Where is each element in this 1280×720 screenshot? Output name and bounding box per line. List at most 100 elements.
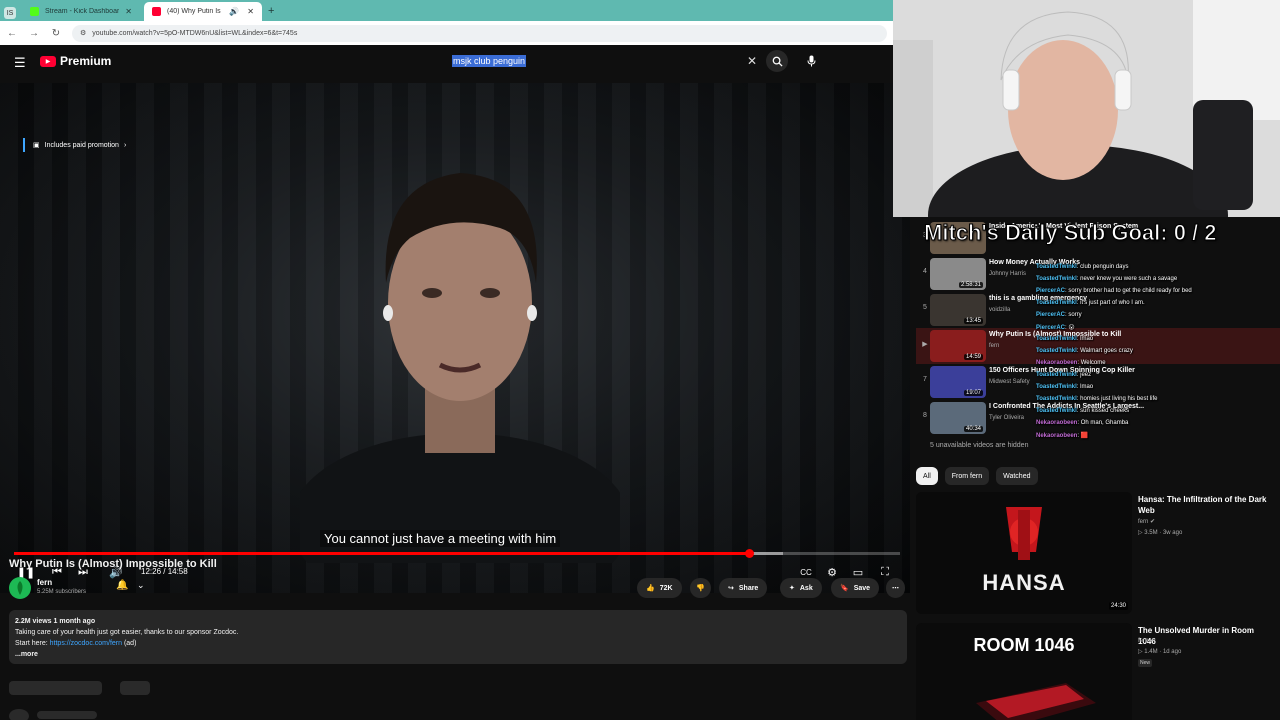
playlist-index: 4 xyxy=(923,268,927,275)
chevron-down-icon[interactable]: ⌄ xyxy=(137,580,145,591)
loading-placeholder xyxy=(9,681,102,695)
youtube-favicon-icon xyxy=(152,7,161,16)
playlist-item[interactable]: 5 13:45 this is a gambling emergency voidzi… xyxy=(916,292,1280,328)
ask-button[interactable]: ✦ Ask xyxy=(780,578,822,598)
progress-buffer xyxy=(749,552,784,555)
sponsor-link[interactable]: https://zocdoc.com/fern xyxy=(50,640,122,647)
playlist-index: 5 xyxy=(923,304,927,311)
close-tab-icon[interactable]: ✕ xyxy=(125,7,132,16)
kick-favicon-icon xyxy=(30,7,39,16)
browser-tab-youtube[interactable]: (40) Why Putin Is (Almost) 🔊 ✕ xyxy=(144,2,262,21)
search-icon xyxy=(772,56,783,67)
save-button[interactable]: 🔖 Save xyxy=(831,578,880,598)
verified-icon: ✔ xyxy=(1150,519,1156,525)
fern-leaf-icon xyxy=(17,581,23,595)
chat-message: ToastedTwinkl: club penguin days xyxy=(1036,264,1128,270)
progress-bar[interactable] xyxy=(14,549,900,558)
dislike-button[interactable]: 👎 xyxy=(690,578,711,598)
playlist-channel[interactable]: fern xyxy=(989,343,999,349)
duration-badge: 19:07 xyxy=(963,390,983,396)
search-input[interactable]: msjk club penguin xyxy=(452,55,527,67)
duration-badge: 2:58:31 xyxy=(958,282,983,288)
youtube-play-icon: ▶ xyxy=(40,55,56,67)
chat-text: : 🟥 xyxy=(1077,433,1089,439)
browser-navbar: ← → ↻ ⚙ youtube.com/watch?v=5pO-MTDW6nU&… xyxy=(0,21,893,45)
recommendation-meta: ▷ 1.4M · 1d ago xyxy=(1138,649,1182,655)
bell-icon[interactable]: 🔔 xyxy=(116,580,128,591)
browser-tab-bar: IS Stream - Kick Dashboard ✕ (40) Why Pu… xyxy=(0,0,893,21)
recommendation-item[interactable]: ROOM 1046 The Unsolved Murder in Room 10… xyxy=(916,623,1276,720)
chat-message: ToastedTwinkl: lmao xyxy=(1036,336,1093,342)
duration-badge: 24:30 xyxy=(1108,602,1128,610)
chat-username: ToastedTwinkl xyxy=(1036,348,1077,354)
recommendation-thumbnail[interactable]: HANSA 24:30 xyxy=(916,492,1132,614)
chip-watched[interactable]: Watched xyxy=(996,467,1038,485)
playlist-item[interactable]: 8 40:34 I Confronted The Addicts In Seattl… xyxy=(916,400,1280,436)
screen: IS Stream - Kick Dashboard ✕ (40) Why Pu… xyxy=(0,0,1280,720)
back-arrow-icon[interactable]: ← xyxy=(6,28,18,39)
thumbnail-text: HANSA xyxy=(982,570,1066,595)
verified-icon: ✔ xyxy=(1150,638,1156,644)
menu-icon[interactable]: ☰ xyxy=(14,55,26,71)
browser-tab-kick[interactable]: Stream - Kick Dashboard ✕ xyxy=(22,2,140,21)
close-tab-icon[interactable]: ✕ xyxy=(247,7,254,16)
more-actions-button[interactable]: ⋯ xyxy=(886,578,905,598)
chat-username: Nekaoraobeen xyxy=(1036,433,1078,439)
new-badge: New xyxy=(1138,659,1153,667)
recommendation-channel[interactable]: fern ✔ xyxy=(1138,518,1155,525)
recommendation-meta: ▷ 3.5M · 3w ago xyxy=(1138,530,1183,536)
address-bar[interactable]: ⚙ youtube.com/watch?v=5pO-MTDW6nU&list=W… xyxy=(72,24,887,42)
url-text: youtube.com/watch?v=5pO-MTDW6nU&list=WL&… xyxy=(92,29,298,37)
playlist-thumbnail[interactable]: 13:45 xyxy=(930,294,986,326)
playlist-thumbnail[interactable]: 19:07 xyxy=(930,366,986,398)
playlist-channel[interactable]: voidzilla xyxy=(989,307,1010,313)
chip-all[interactable]: All xyxy=(916,467,938,485)
playlist-item[interactable]: ▶ 14:59 Why Putin Is (Almost) Impossible t… xyxy=(916,328,1280,364)
duration-badge: 14:59 xyxy=(963,354,983,360)
thumbnail-text: ROOM 1046 xyxy=(973,635,1075,655)
description-line: Taking care of your health just got easi… xyxy=(15,629,239,636)
playlist-thumbnail[interactable]: 40:34 xyxy=(930,402,986,434)
playlist-thumbnail[interactable]: 14:59 xyxy=(930,330,986,362)
description-box[interactable]: 2.2M views 1 month ago Taking care of yo… xyxy=(9,610,907,664)
recommendation-title[interactable]: Hansa: The Infiltration of the Dark Web xyxy=(1138,494,1268,516)
like-button[interactable]: 👍 72K xyxy=(637,578,682,598)
clear-search-icon[interactable]: ✕ xyxy=(747,54,757,68)
forward-arrow-icon[interactable]: → xyxy=(28,28,40,39)
subtitle-caption: You cannot just have a meeting with him xyxy=(320,530,561,547)
channel-name[interactable]: fern xyxy=(37,578,52,587)
chat-message: PiercerAC: sorry brother had to get the … xyxy=(1036,288,1192,294)
chip-from-fern[interactable]: From fern xyxy=(944,467,990,485)
chat-username: ToastedTwinkl xyxy=(1036,336,1077,342)
recommendation-thumbnail[interactable]: ROOM 1046 xyxy=(916,623,1132,720)
channel-avatar[interactable] xyxy=(9,577,31,599)
playlist-item[interactable]: 4 2:58:31 How Money Actually Works Johnny H… xyxy=(916,256,1280,292)
recommendation-item[interactable]: HANSA 24:30 Hansa: The Infiltration of t… xyxy=(916,492,1276,618)
audio-icon[interactable]: 🔊 xyxy=(229,7,239,16)
playlist-channel[interactable]: Midwest Safety xyxy=(989,379,1030,385)
microphone-icon xyxy=(807,55,815,67)
show-more-button[interactable]: ...more xyxy=(15,649,901,660)
playlist-index: 7 xyxy=(923,376,927,383)
site-info-icon[interactable]: ⚙ xyxy=(80,29,86,37)
recommendation-channel[interactable]: fern ✔ xyxy=(1138,637,1155,644)
share-button[interactable]: ↪ Share xyxy=(719,578,768,598)
chat-username: ToastedTwinkl xyxy=(1036,300,1077,306)
presenter-figure xyxy=(300,173,620,563)
chat-message: Nekaoraobeen: Oh man, Ghamba xyxy=(1036,420,1128,426)
playlist-channel[interactable]: Tyler Oliveira xyxy=(989,415,1024,421)
playlist-item[interactable]: 7 19:07 150 Officers Hunt Down Spinning Co… xyxy=(916,364,1280,400)
chevron-right-icon: › xyxy=(123,141,127,149)
video-player[interactable]: ▣ Includes paid promotion › You cannot j… xyxy=(0,83,910,593)
recommendation-title[interactable]: The Unsolved Murder in Room 1046 xyxy=(1138,625,1268,647)
search-button[interactable] xyxy=(766,50,788,72)
new-tab-button[interactable]: + xyxy=(268,5,274,17)
playlist-thumbnail[interactable]: 2:58:31 xyxy=(930,258,986,290)
profile-icon[interactable]: IS xyxy=(4,7,16,19)
chat-username: ToastedTwinkl xyxy=(1036,276,1077,282)
reload-icon[interactable]: ↻ xyxy=(50,28,62,39)
voice-search-button[interactable] xyxy=(800,50,822,72)
youtube-logo[interactable]: ▶ Premium xyxy=(40,54,111,68)
paid-promotion-notice[interactable]: ▣ Includes paid promotion › xyxy=(23,138,126,152)
playlist-channel[interactable]: Johnny Harris xyxy=(989,271,1026,277)
